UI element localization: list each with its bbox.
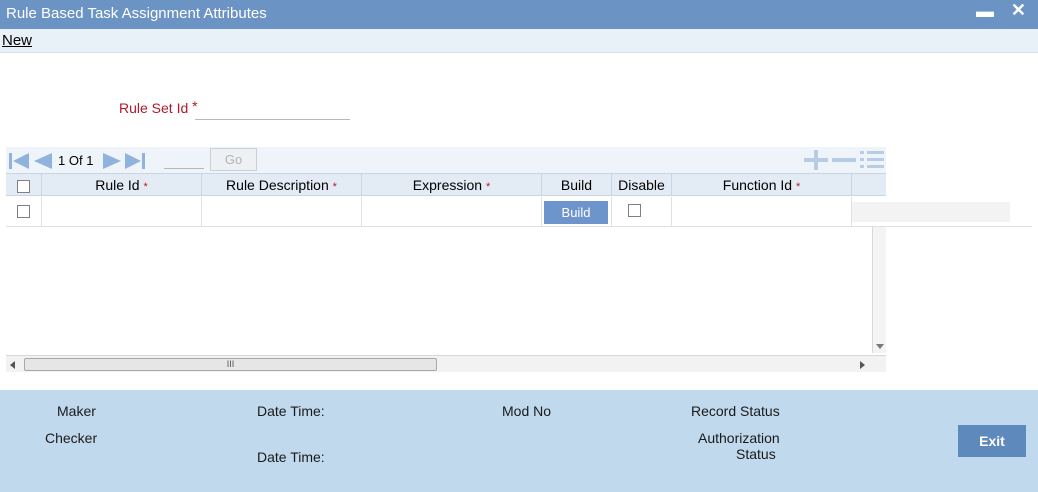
rule-description-cell[interactable] <box>202 197 362 227</box>
grid-actions <box>804 150 886 173</box>
column-header-build: Build <box>542 174 612 196</box>
column-header-disable: Disable <box>612 174 672 196</box>
authorization-label: Authorization <box>698 430 780 446</box>
function-id-lookup-field[interactable] <box>852 202 1010 222</box>
horizontal-scrollbar[interactable]: III <box>6 355 886 372</box>
checker-label: Checker <box>45 430 98 446</box>
column-header-rule-id: Rule Id * <box>42 174 202 196</box>
column-header-extra <box>852 174 886 196</box>
exit-button[interactable]: Exit <box>958 425 1026 457</box>
close-icon[interactable]: ✕ <box>1011 0 1026 21</box>
scroll-right-icon[interactable] <box>860 361 865 369</box>
build-button[interactable]: Build <box>544 201 608 224</box>
go-button[interactable]: Go <box>210 148 257 171</box>
rule-set-id-label: Rule Set Id * <box>119 98 198 116</box>
rule-id-cell[interactable] <box>42 197 202 227</box>
maker-label: Maker <box>57 403 96 419</box>
expression-cell[interactable] <box>362 197 542 227</box>
grid-toolbar: 1 Of 1 Go <box>6 147 886 173</box>
menu-bar: New <box>0 29 1038 53</box>
window-title: Rule Based Task Assignment Attributes <box>6 5 267 22</box>
delete-row-icon[interactable] <box>832 158 856 162</box>
column-header-function-id: Function Id * <box>672 174 852 196</box>
scroll-thumb[interactable]: III <box>24 358 437 371</box>
pager-text: 1 Of 1 <box>58 153 94 168</box>
disable-checkbox[interactable] <box>628 204 641 217</box>
title-bar: Rule Based Task Assignment Attributes ▬ … <box>0 0 1038 29</box>
authorization-status-label: Status <box>736 446 776 462</box>
page-number-input[interactable] <box>164 149 204 169</box>
vertical-scrollbar[interactable] <box>872 227 886 353</box>
row-select-cell <box>6 197 42 227</box>
last-page-icon[interactable] <box>124 152 146 170</box>
function-id-cell[interactable] <box>672 197 852 227</box>
audit-footer: Maker Checker Date Time: Date Time: Mod … <box>0 390 1038 492</box>
select-all-cell <box>6 174 42 196</box>
scroll-left-icon[interactable] <box>10 361 15 369</box>
grid-header: Rule Id * Rule Description * Expression … <box>6 173 886 196</box>
select-all-checkbox[interactable] <box>17 179 30 193</box>
rule-set-id-input[interactable] <box>195 100 350 120</box>
first-page-icon[interactable] <box>8 152 30 170</box>
maker-date-time-label: Date Time: <box>257 403 325 419</box>
list-view-icon[interactable] <box>860 151 884 168</box>
table-row: Build <box>6 197 1032 227</box>
mod-no-label: Mod No <box>502 403 552 419</box>
scroll-down-icon[interactable] <box>876 344 884 349</box>
record-status-label: Record Status <box>691 403 780 419</box>
row-checkbox[interactable] <box>17 205 30 218</box>
new-link[interactable]: New <box>2 32 32 49</box>
column-header-expression: Expression * <box>362 174 542 196</box>
column-header-rule-description: Rule Description * <box>202 174 362 196</box>
next-page-icon[interactable] <box>101 152 123 170</box>
disable-cell <box>612 197 672 227</box>
add-row-icon[interactable] <box>804 150 828 170</box>
previous-page-icon[interactable] <box>32 152 54 170</box>
minimize-icon[interactable]: ▬ <box>976 1 994 22</box>
checker-date-time-label: Date Time: <box>257 449 325 465</box>
